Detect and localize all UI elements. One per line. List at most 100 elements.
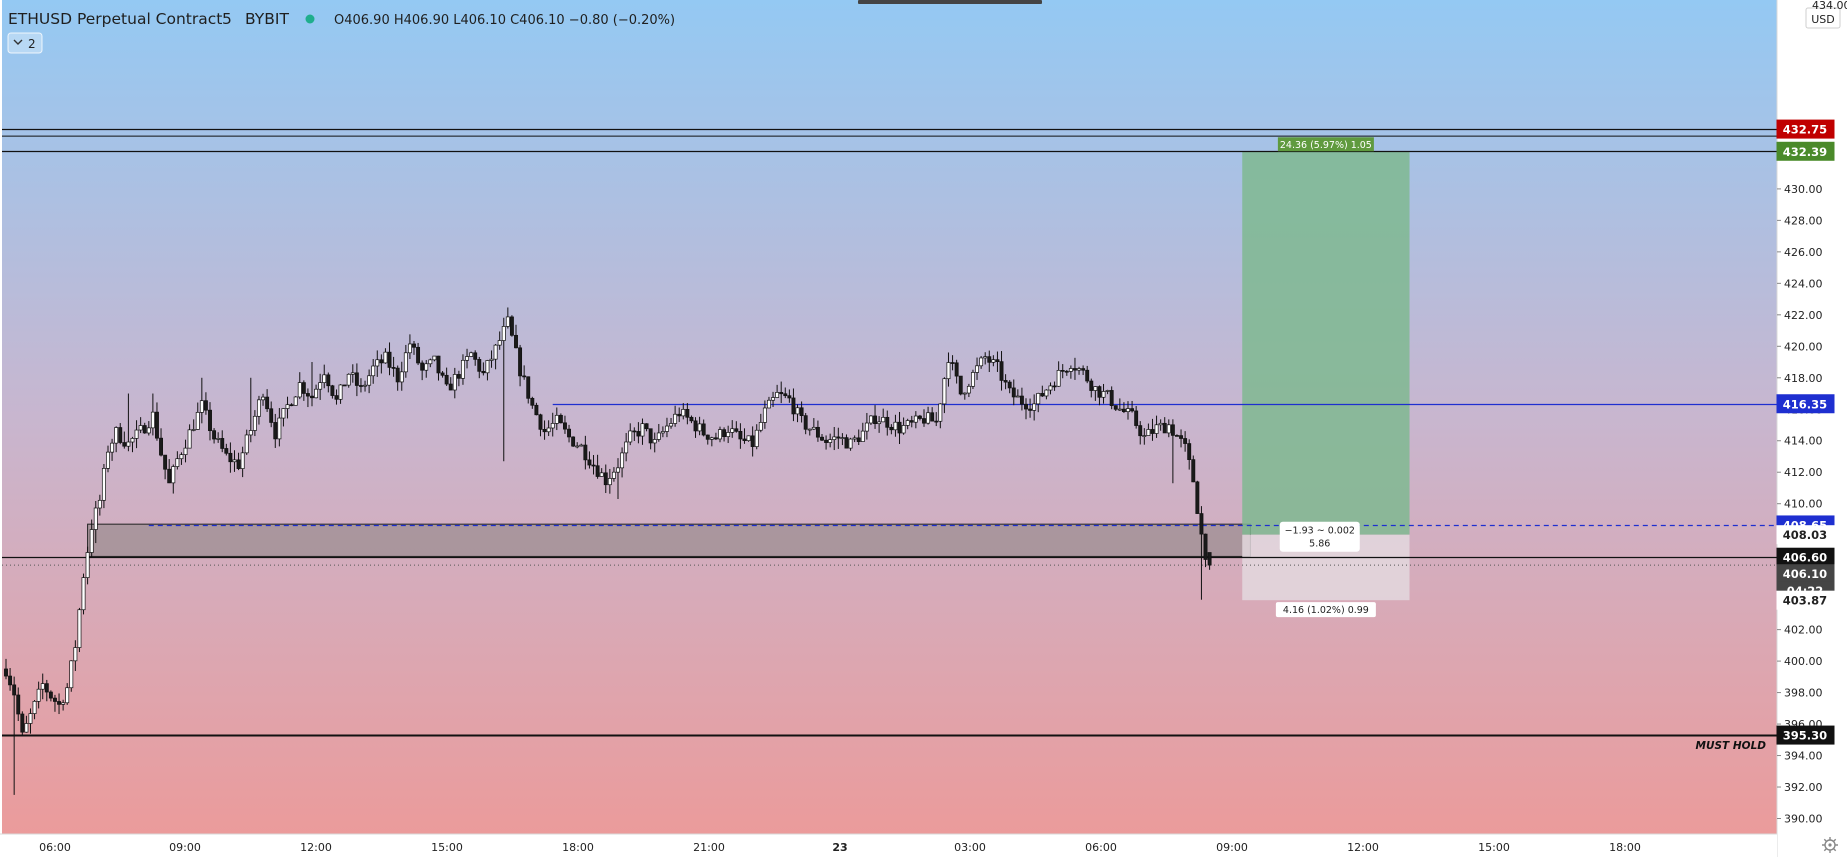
candle-body [665,425,669,432]
position-profit-zone[interactable] [1242,151,1410,535]
candle-body [1105,390,1110,392]
candle-body [1158,422,1163,426]
candle-body [346,373,351,386]
chart-symbol-title[interactable]: ETHUSD Perpetual Contract [8,10,222,28]
candle-body [232,459,237,463]
candle-body [1146,429,1151,436]
candle-body [150,411,155,429]
candle-body [877,421,882,425]
candle-body [1073,368,1077,371]
candle-body [1044,389,1049,397]
candle-body [265,396,270,410]
candle-body [852,437,857,440]
price-label-text: 432.39 [1783,145,1827,159]
candle-body [1183,438,1188,444]
candle-body [289,404,294,407]
candle-body [1121,408,1126,413]
candle-body [673,413,678,424]
top-center-handle[interactable] [858,0,1042,4]
candle-body [179,454,184,460]
candle-body [1170,424,1175,436]
candle-body [926,412,931,424]
candle-body [273,422,278,440]
candle-body [820,436,824,441]
candle-body [456,374,461,379]
candle-body [514,334,518,349]
y-tick-label: 412.00 [1784,466,1823,479]
candle-body [726,432,731,438]
candle-body [607,478,612,486]
candle-body [1060,370,1065,372]
candle-body [587,459,592,466]
candle-body [648,428,653,444]
candle-body [183,447,188,455]
candle-body [856,437,861,442]
candle-body [244,434,249,454]
candle-body [526,376,531,399]
y-tick-label: 420.00 [1784,340,1823,353]
candle-body [738,430,743,440]
candle-body [118,427,123,443]
candle-body [65,687,70,704]
candle-body [697,423,702,432]
candle-body [930,412,935,422]
candle-body [440,372,445,376]
candle-body [1081,368,1086,371]
candle-body [815,426,820,438]
candle-body [881,416,886,423]
candle-body [101,468,106,501]
chart-interval[interactable]: 5 [222,10,232,28]
candle-body [383,351,388,364]
candle-body [575,445,580,448]
candle-body [603,472,608,486]
candle-body [864,422,869,432]
candle-body [917,415,922,419]
y-tick-label: 398.00 [1784,687,1823,700]
candle-body [1126,408,1130,413]
candle-body [293,396,298,406]
candle-body [681,408,686,417]
x-tick-label: 21:00 [693,841,725,854]
candle-body [424,363,429,371]
candle-body [677,413,682,417]
x-tick-label: 15:00 [1478,841,1510,854]
candle-body [873,415,877,425]
candle-body [1028,408,1033,411]
candle-body [461,359,465,379]
candle-body [281,408,286,419]
candle-body [620,452,625,469]
indicators-toggle-button[interactable] [7,32,43,54]
candle-body [126,441,131,447]
x-tick-label: 06:00 [39,841,71,854]
candle-body [636,431,641,437]
candle-body [420,362,425,371]
candle-body [946,362,951,380]
candle-body [354,372,359,386]
candle-body [950,362,955,364]
price-label-text: 432.75 [1783,123,1827,137]
candle-body [1162,422,1167,434]
candle-body [795,407,800,415]
candle-body [987,356,992,363]
candle-body [632,430,637,433]
time-axis-panel[interactable] [0,834,1777,857]
candle-body [734,428,739,432]
candle-body [844,437,849,449]
candle-body [1130,408,1135,412]
currency-label: USD [1811,13,1835,26]
candle-body [330,385,335,396]
candle-body [322,374,327,384]
candle-body [436,355,441,374]
candle-body [1032,403,1037,411]
candle-body [485,360,490,374]
candle-body [958,375,963,395]
candle-body [93,507,98,530]
candle-body [146,427,151,434]
candle-body [975,365,979,373]
gear-icon[interactable] [1822,837,1838,853]
candle-body [236,459,241,469]
candle-body [1003,380,1008,383]
support-zone-box[interactable] [87,523,1251,557]
candle-body [897,421,902,434]
candle-body [1077,368,1081,371]
